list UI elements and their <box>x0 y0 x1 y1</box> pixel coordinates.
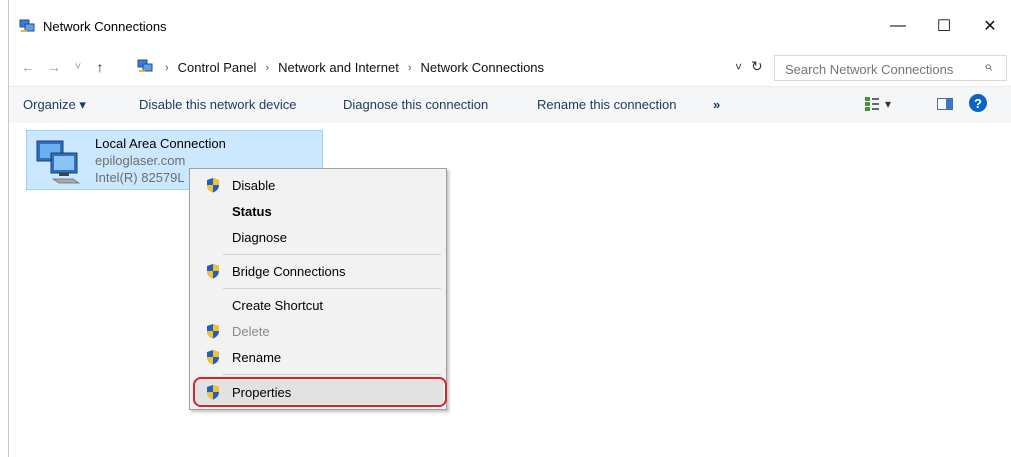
change-view-icon[interactable] <box>865 97 879 111</box>
up-button[interactable]: ↑ <box>89 56 111 78</box>
breadcrumb-separator: › <box>165 61 169 74</box>
connection-adapter: Intel(R) 82579L <box>95 170 185 185</box>
menu-item-label: Delete <box>232 324 270 339</box>
breadcrumb-network-and-internet[interactable]: Network and Internet <box>278 60 399 75</box>
menu-item-create-shortcut[interactable]: Create Shortcut <box>193 293 443 317</box>
breadcrumb-network-connections[interactable]: Network Connections <box>420 60 544 75</box>
menu-item-status[interactable]: Status <box>193 199 443 223</box>
menu-separator <box>223 374 441 375</box>
menu-separator <box>223 288 441 289</box>
back-button[interactable]: ← <box>17 56 39 78</box>
menu-item-label: Status <box>232 204 272 219</box>
uac-shield-icon <box>205 349 221 365</box>
connection-domain: epiloglaser.com <box>95 153 186 168</box>
menu-item-label: Diagnose <box>232 230 287 245</box>
menu-item-disable[interactable]: Disable <box>193 173 443 197</box>
more-commands-button[interactable]: » <box>713 97 720 112</box>
uac-shield-icon <box>205 177 221 193</box>
uac-shield-icon <box>205 323 221 339</box>
address-row: ← → ˅ ↑ › Control Panel › Network and In… <box>9 52 1011 82</box>
maximize-button[interactable]: ☐ <box>921 10 967 42</box>
breadcrumb-separator: › <box>265 61 270 74</box>
refresh-icon[interactable]: ↻ <box>751 58 763 75</box>
address-dropdown-icon[interactable]: ˅ <box>735 60 742 74</box>
search-box[interactable]: ⌕ <box>774 55 1007 81</box>
window-title: Network Connections <box>43 19 167 34</box>
rename-connection-button[interactable]: Rename this connection <box>537 97 676 112</box>
menu-separator <box>223 254 441 255</box>
view-options-dropdown-icon[interactable]: ▾ <box>885 97 891 111</box>
menu-item-diagnose[interactable]: Diagnose <box>193 225 443 249</box>
network-connections-window: Network Connections — ☐ ✕ ← → ˅ ↑ › Cont… <box>8 0 1011 457</box>
menu-item-rename[interactable]: Rename <box>193 345 443 369</box>
organize-menu-button[interactable]: Organize ▾ <box>23 97 86 113</box>
breadcrumb: › Control Panel › Network and Internet ›… <box>165 60 544 75</box>
properties-highlight-outline <box>193 377 447 407</box>
breadcrumb-control-panel[interactable]: Control Panel <box>178 60 257 75</box>
diagnose-connection-button[interactable]: Diagnose this connection <box>343 97 488 112</box>
search-icon[interactable]: ⌕ <box>984 58 992 75</box>
forward-button[interactable]: → <box>43 56 65 78</box>
preview-pane-icon[interactable] <box>937 98 953 110</box>
close-button[interactable]: ✕ <box>967 10 1011 42</box>
menu-item-label: Disable <box>232 178 276 193</box>
search-input[interactable] <box>783 59 977 79</box>
title-bar: Network Connections — ☐ ✕ <box>9 10 1011 42</box>
network-adapter-icon <box>33 135 85 185</box>
menu-item-label: Create Shortcut <box>232 298 324 313</box>
menu-item-bridge-connections[interactable]: Bridge Connections <box>193 259 443 283</box>
menu-item-delete[interactable]: Delete <box>193 319 443 343</box>
network-connections-app-icon <box>19 18 35 34</box>
recent-locations-button[interactable]: ˅ <box>67 56 89 78</box>
minimize-button[interactable]: — <box>875 10 921 42</box>
command-toolbar: Organize ▾ Disable this network device D… <box>9 86 1011 123</box>
address-bar[interactable]: › Control Panel › Network and Internet ›… <box>157 55 763 81</box>
context-menu: Disable Status Diagnose Bridge Connectio… <box>189 168 447 410</box>
connection-name: Local Area Connection <box>95 136 226 151</box>
menu-item-label: Bridge Connections <box>232 264 346 279</box>
menu-item-label: Rename <box>232 350 282 365</box>
uac-shield-icon <box>205 263 221 279</box>
disable-device-button[interactable]: Disable this network device <box>139 97 297 112</box>
help-icon[interactable]: ? <box>969 94 987 112</box>
breadcrumb-separator: › <box>407 61 412 74</box>
network-folder-icon <box>137 58 153 74</box>
